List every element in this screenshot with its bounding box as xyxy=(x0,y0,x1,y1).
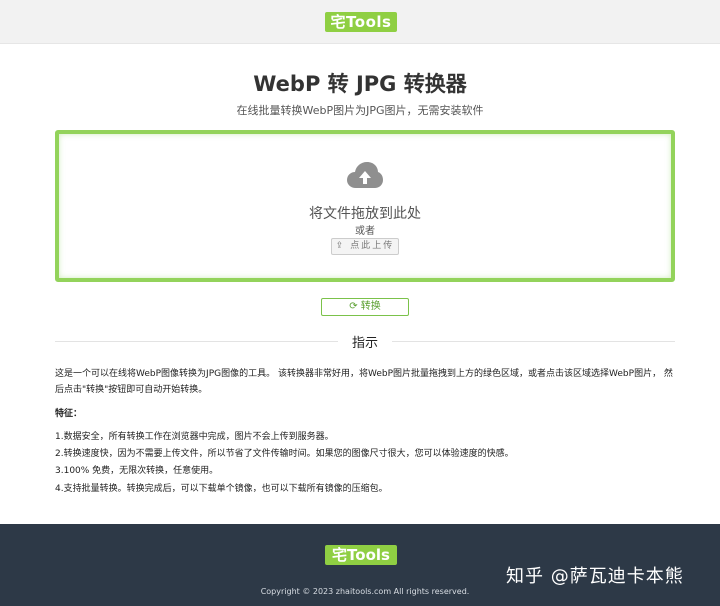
feature-item: 4.支持批量转换。转换完成后，可以下载单个镜像，也可以下载所有镜像的压缩包。 xyxy=(55,484,388,494)
site-logo[interactable]: 宅Tools xyxy=(325,12,397,32)
features-heading: 特征： xyxy=(55,409,83,419)
footer-logo[interactable]: 宅Tools xyxy=(325,545,397,565)
page-title: WebP 转 JPG 转换器 xyxy=(253,72,467,96)
copyright-text: Copyright © 2023 zhaitools.com All right… xyxy=(260,587,470,596)
divider-right xyxy=(392,341,675,342)
drop-instruction: 将文件拖放到此处 xyxy=(309,206,421,222)
watermark-text: 知乎 @萨瓦迪卡本熊 xyxy=(506,566,684,587)
page-subtitle: 在线批量转换WebP图片为JPG图片，无需安装软件 xyxy=(236,104,484,117)
instructions-intro: 这是一个可以在线将WebP图像转换为JPG图像的工具。 该转换器非常好用，将We… xyxy=(55,369,673,395)
upload-button[interactable]: ⇪ 点此上传 xyxy=(331,238,399,255)
feature-item: 1.数据安全，所有转换工作在浏览器中完成，图片不会上传到服务器。 xyxy=(55,432,334,442)
convert-button[interactable]: ⟳ 转换 xyxy=(321,298,409,316)
feature-item: 3.100% 免费，无限次转换，任意使用。 xyxy=(55,466,219,476)
cloud-upload-icon xyxy=(347,162,383,188)
feature-item: 2.转换速度快，因为不需要上传文件，所以节省了文件传输时间。如果您的图像尺寸很大… xyxy=(55,449,514,459)
site-header: 宅Tools xyxy=(0,0,720,44)
or-label: 或者 xyxy=(355,226,375,237)
